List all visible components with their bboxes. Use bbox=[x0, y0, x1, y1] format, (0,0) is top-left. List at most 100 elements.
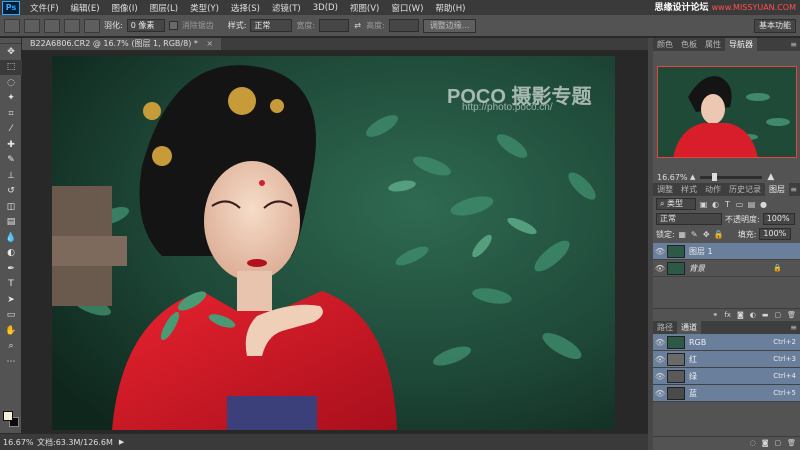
menu-window[interactable]: 窗口(W) bbox=[385, 2, 429, 14]
visibility-eye-icon[interactable]: 👁 bbox=[653, 264, 667, 273]
load-channel-selection-icon[interactable]: ◌ bbox=[750, 439, 756, 447]
pen-tool-icon[interactable]: ✒ bbox=[0, 261, 22, 277]
filter-adjustment-icon[interactable]: ◐ bbox=[711, 200, 720, 209]
filter-type-icon[interactable]: T bbox=[723, 200, 732, 209]
filter-smart-object-icon[interactable]: ▤ bbox=[747, 200, 756, 209]
status-menu-arrow-icon[interactable]: ▶ bbox=[119, 438, 124, 446]
blend-mode-select[interactable]: 正常 bbox=[656, 213, 722, 225]
menu-filter[interactable]: 滤镜(T) bbox=[266, 2, 307, 14]
visibility-eye-icon[interactable]: 👁 bbox=[653, 247, 667, 256]
channel-row-red[interactable]: 👁 红 Ctrl+3 bbox=[653, 351, 800, 368]
antialias-checkbox[interactable] bbox=[168, 21, 178, 30]
lasso-tool-icon[interactable]: ◌ bbox=[0, 75, 22, 91]
tab-paths[interactable]: 路径 bbox=[653, 321, 677, 334]
tab-styles[interactable]: 样式 bbox=[677, 183, 701, 196]
zoom-out-icon[interactable]: ▲ bbox=[690, 173, 695, 181]
history-brush-tool-icon[interactable]: ↺ bbox=[0, 184, 22, 200]
link-layers-icon[interactable]: ⚭ bbox=[712, 311, 718, 319]
status-zoom[interactable]: 16.67% bbox=[3, 438, 34, 447]
new-group-icon[interactable]: ▬ bbox=[762, 311, 769, 319]
brush-tool-icon[interactable]: ✎ bbox=[0, 153, 22, 169]
style-select[interactable]: 正常 bbox=[250, 19, 293, 32]
layer-kind-filter[interactable]: ⌕ 类型 bbox=[656, 198, 696, 210]
tab-adjustments[interactable]: 调整 bbox=[653, 183, 677, 196]
healing-brush-tool-icon[interactable]: ✚ bbox=[0, 137, 22, 153]
panel-menu-icon[interactable]: ≡ bbox=[790, 38, 797, 51]
channel-row-green[interactable]: 👁 绿 Ctrl+4 bbox=[653, 368, 800, 385]
menu-file[interactable]: 文件(F) bbox=[24, 2, 65, 14]
save-selection-channel-icon[interactable]: ◙ bbox=[762, 439, 769, 447]
marquee-preset-button[interactable] bbox=[4, 18, 20, 33]
add-selection-button[interactable] bbox=[44, 18, 60, 33]
lock-image-icon[interactable]: ✎ bbox=[690, 230, 699, 239]
width-input[interactable] bbox=[319, 19, 350, 32]
lock-position-icon[interactable]: ✥ bbox=[702, 230, 711, 239]
tab-history[interactable]: 历史记录 bbox=[725, 183, 765, 196]
visibility-eye-icon[interactable]: 👁 bbox=[653, 389, 667, 398]
layer-row-background[interactable]: 👁 背景 🔒 bbox=[653, 260, 800, 277]
clone-stamp-tool-icon[interactable]: ⊥ bbox=[0, 168, 22, 184]
blur-tool-icon[interactable]: 💧 bbox=[0, 230, 22, 246]
canvas-area[interactable]: POCO 摄影专题 http://photo.poco.cn/ bbox=[22, 50, 648, 435]
menu-help[interactable]: 帮助(H) bbox=[429, 2, 471, 14]
eyedropper-tool-icon[interactable]: ⁄ bbox=[0, 122, 22, 138]
tab-properties[interactable]: 属性 bbox=[701, 38, 725, 51]
close-document-icon[interactable]: × bbox=[206, 39, 213, 48]
height-input[interactable] bbox=[388, 19, 419, 32]
refine-edge-button[interactable]: 调整边缘... bbox=[422, 18, 477, 33]
subtract-selection-button[interactable] bbox=[64, 18, 80, 33]
channel-row-rgb[interactable]: 👁 RGB Ctrl+2 bbox=[653, 334, 800, 351]
zoom-in-icon[interactable]: ▲ bbox=[767, 172, 774, 182]
tab-color[interactable]: 颜色 bbox=[653, 38, 677, 51]
navigator-thumbnail[interactable] bbox=[657, 66, 797, 158]
marquee-tool-icon[interactable]: ⬚ bbox=[0, 59, 22, 75]
document-photo[interactable]: POCO 摄影专题 http://photo.poco.cn/ bbox=[52, 56, 615, 430]
menu-edit[interactable]: 编辑(E) bbox=[65, 2, 106, 14]
layers-panel-menu-icon[interactable]: ≡ bbox=[790, 183, 797, 196]
crop-tool-icon[interactable]: ⌗ bbox=[0, 106, 22, 122]
zoom-slider[interactable] bbox=[700, 172, 763, 181]
new-layer-icon[interactable]: ▢ bbox=[774, 311, 781, 319]
filter-shape-icon[interactable]: ▭ bbox=[735, 200, 744, 209]
menu-3d[interactable]: 3D(D) bbox=[307, 3, 344, 13]
channels-panel-menu-icon[interactable]: ≡ bbox=[790, 321, 797, 334]
gradient-tool-icon[interactable]: ▤ bbox=[0, 215, 22, 231]
layer-row-layer-1[interactable]: 👁 图层 1 bbox=[653, 243, 800, 260]
opacity-input[interactable]: 100% bbox=[762, 213, 795, 225]
zoom-tool-icon[interactable]: ⌕ bbox=[0, 339, 22, 355]
feather-input[interactable]: 0 像素 bbox=[126, 19, 165, 32]
zoom-slider-knob[interactable] bbox=[712, 172, 718, 181]
visibility-eye-icon[interactable]: 👁 bbox=[653, 338, 667, 347]
foreground-color-swatch[interactable] bbox=[3, 411, 13, 421]
visibility-eye-icon[interactable]: 👁 bbox=[653, 372, 667, 381]
dodge-tool-icon[interactable]: ◐ bbox=[0, 246, 22, 262]
menu-select[interactable]: 选择(S) bbox=[225, 2, 266, 14]
visibility-eye-icon[interactable]: 👁 bbox=[653, 355, 667, 364]
lock-all-icon[interactable]: 🔒 bbox=[714, 230, 724, 239]
filter-toggle-icon[interactable]: ● bbox=[759, 200, 768, 209]
eraser-tool-icon[interactable]: ◫ bbox=[0, 199, 22, 215]
new-channel-icon[interactable]: ▢ bbox=[774, 439, 781, 447]
menu-type[interactable]: 类型(Y) bbox=[184, 2, 225, 14]
fill-input[interactable]: 100% bbox=[759, 228, 792, 240]
tab-actions[interactable]: 动作 bbox=[701, 183, 725, 196]
layer-style-icon[interactable]: fx bbox=[724, 311, 731, 319]
edit-toolbar-icon[interactable]: ⋯ bbox=[0, 354, 22, 370]
swap-dimensions-icon[interactable]: ⇄ bbox=[353, 21, 362, 30]
delete-layer-icon[interactable]: 🗑 bbox=[787, 311, 796, 319]
new-adjustment-icon[interactable]: ◐ bbox=[750, 311, 756, 319]
move-tool-icon[interactable]: ✥ bbox=[0, 44, 22, 60]
path-select-tool-icon[interactable]: ➤ bbox=[0, 292, 22, 308]
hand-tool-icon[interactable]: ✋ bbox=[0, 323, 22, 339]
quick-select-tool-icon[interactable]: ✦ bbox=[0, 91, 22, 107]
tab-layers[interactable]: 图层 bbox=[765, 183, 789, 196]
channel-row-blue[interactable]: 👁 蓝 Ctrl+5 bbox=[653, 385, 800, 402]
shape-tool-icon[interactable]: ▭ bbox=[0, 308, 22, 324]
lock-transparent-icon[interactable]: ▦ bbox=[678, 230, 687, 239]
filter-pixel-icon[interactable]: ▣ bbox=[699, 200, 708, 209]
tab-swatches[interactable]: 色板 bbox=[677, 38, 701, 51]
delete-channel-icon[interactable]: 🗑 bbox=[787, 439, 796, 447]
new-selection-button[interactable] bbox=[24, 18, 40, 33]
menu-layer[interactable]: 图层(L) bbox=[144, 2, 184, 14]
tab-navigator[interactable]: 导航器 bbox=[725, 38, 757, 51]
